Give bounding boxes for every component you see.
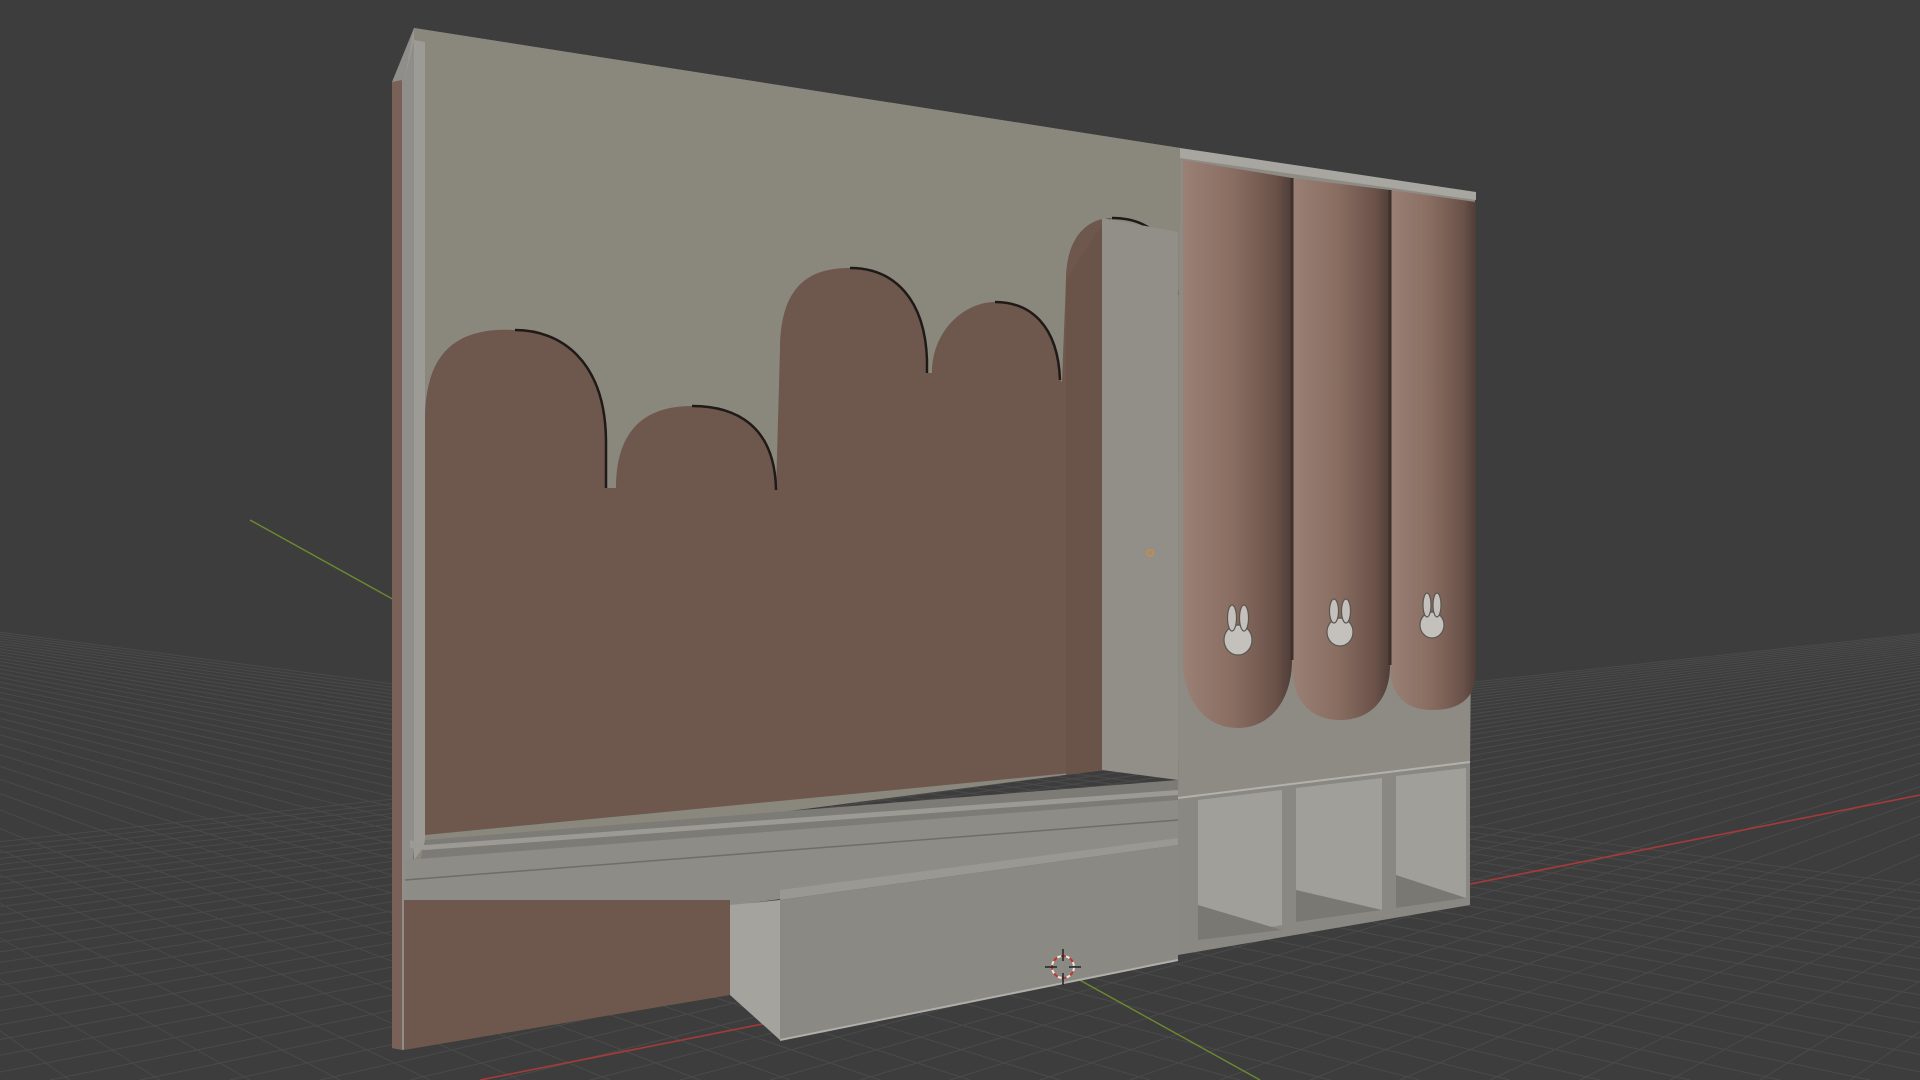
- 3d-viewport[interactable]: [0, 0, 1920, 1080]
- inner-shadow-strip: [1066, 225, 1102, 775]
- left-upright-edge: [392, 80, 402, 1050]
- left-frame-inner: [414, 40, 425, 860]
- viewport-canvas[interactable]: [0, 0, 1920, 1080]
- inner-wall-strip: [1102, 218, 1178, 780]
